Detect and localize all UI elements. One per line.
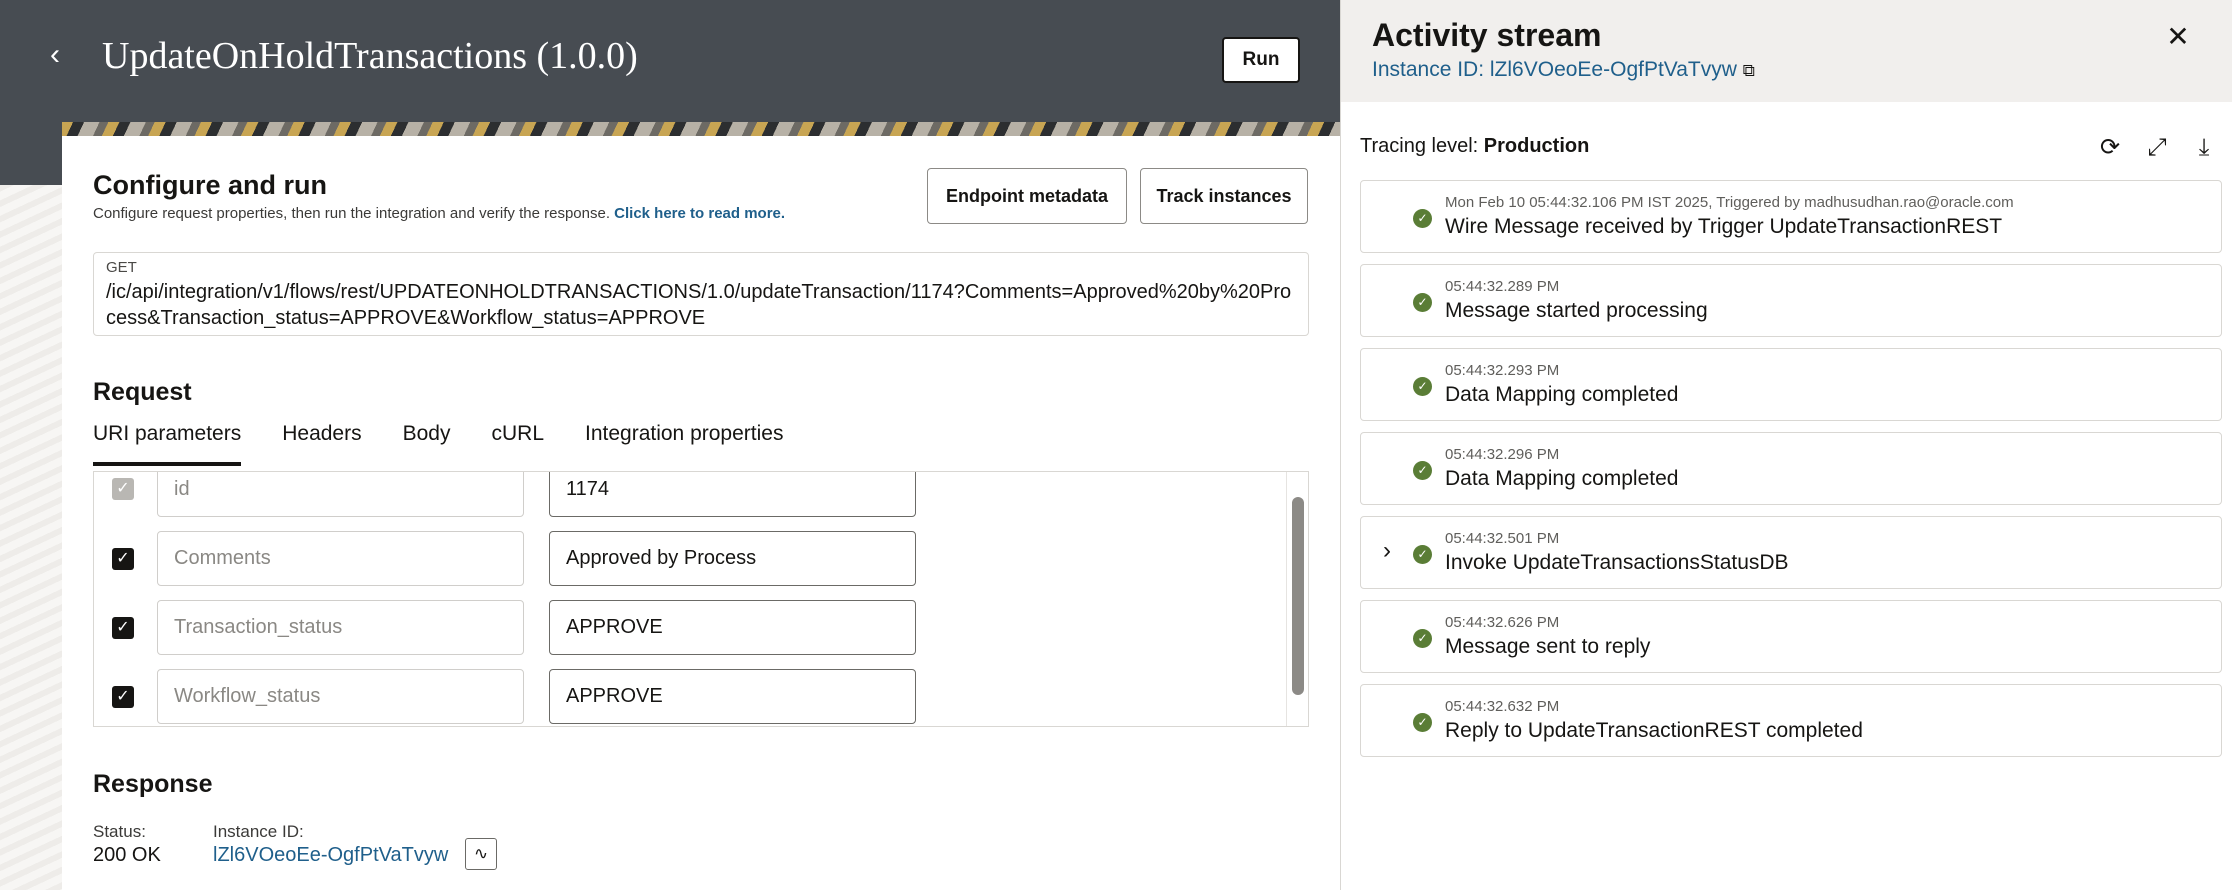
response-title: Response [93, 770, 213, 798]
panel-header: Activity stream Instance ID: lZl6VOeoEe-… [1341, 0, 2232, 102]
success-icon: ✓ [1413, 377, 1432, 396]
instance-id-link[interactable]: lZl6VOeoEe-OgfPtVaTvyw [213, 844, 448, 867]
refresh-icon: ⟳ [2099, 134, 2121, 161]
refresh-button[interactable]: ⟳ [2093, 131, 2127, 165]
main-page: ‹ UpdateOnHoldTransactions (1.0.0) Run C… [0, 0, 1340, 890]
event-message: Data Mapping completed [1445, 467, 1679, 490]
tracing-label: Tracing level: [1360, 135, 1479, 157]
panel-instance-id[interactable]: Instance ID: lZl6VOeoEe-OgfPtVaTvyw ⧉ [1372, 58, 1755, 82]
instance-id-text: Instance ID: lZl6VOeoEe-OgfPtVaTvyw [1372, 58, 1737, 81]
param-name-field: Workflow_status [157, 669, 524, 724]
activity-event[interactable]: ✓ 05:44:32.289 PM Message started proces… [1360, 264, 2222, 337]
activity-stream-button[interactable]: ∿ [465, 838, 497, 870]
table-row: ✓ Workflow_status APPROVE [94, 662, 1284, 726]
table-row: ✓ Transaction_status APPROVE [94, 593, 1284, 662]
activity-event[interactable]: ✓ Mon Feb 10 05:44:32.106 PM IST 2025, T… [1360, 180, 2222, 253]
configure-title: Configure and run [93, 170, 327, 200]
background-pattern [0, 185, 62, 890]
tracing-value: Production [1483, 135, 1590, 157]
activity-stream-panel: Activity stream Instance ID: lZl6VOeoEe-… [1340, 0, 2232, 890]
activity-event[interactable]: ✓ 05:44:32.626 PM Message sent to reply [1360, 600, 2222, 673]
endpoint-url: /ic/api/integration/v1/flows/rest/UPDATE… [106, 281, 1292, 329]
param-name-field: Comments [157, 531, 524, 586]
param-value-field[interactable]: APPROVE [549, 669, 916, 724]
event-time: 05:44:32.626 PM [1445, 614, 1560, 631]
tab-integration-properties[interactable]: Integration properties [585, 422, 783, 466]
param-name-field: Transaction_status [157, 600, 524, 655]
request-tabs: URI parameters Headers Body cURL Integra… [93, 422, 824, 466]
table-scrollbar[interactable] [1286, 472, 1308, 726]
event-message: Invoke UpdateTransactionsStatusDB [1445, 551, 1789, 574]
event-time: 05:44:32.296 PM [1445, 446, 1560, 463]
param-checkbox[interactable]: ✓ [112, 548, 134, 570]
close-icon: ✕ [2166, 21, 2190, 52]
event-message: Message started processing [1445, 299, 1708, 322]
decorative-banner [62, 122, 1340, 136]
configure-card: Configure and run Configure request prop… [62, 136, 1340, 890]
success-icon: ✓ [1413, 209, 1432, 228]
copy-icon[interactable]: ⧉ [1743, 61, 1755, 80]
read-more-link[interactable]: Click here to read more. [614, 205, 785, 222]
page-title: UpdateOnHoldTransactions (1.0.0) [102, 35, 638, 77]
status-label: Status: [93, 822, 146, 841]
run-button[interactable]: Run [1222, 37, 1300, 83]
close-button[interactable]: ✕ [2161, 20, 2195, 54]
event-time: 05:44:32.501 PM [1445, 530, 1560, 547]
param-checkbox[interactable]: ✓ [112, 686, 134, 708]
event-time: 05:44:32.632 PM [1445, 698, 1560, 715]
expand-button[interactable]: ⤢ [2140, 131, 2174, 165]
success-icon: ✓ [1413, 713, 1432, 732]
param-value-field[interactable]: APPROVE [549, 600, 916, 655]
endpoint-metadata-button[interactable]: Endpoint metadata [927, 168, 1127, 224]
success-icon: ✓ [1413, 545, 1432, 564]
scrollbar-thumb[interactable] [1292, 497, 1304, 695]
uri-parameters-table: ✓ id 1174 ✓ Comments Approved by Process… [93, 471, 1309, 727]
event-time: Mon Feb 10 05:44:32.106 PM IST 2025, Tri… [1445, 194, 2014, 211]
tab-curl[interactable]: cURL [491, 422, 544, 466]
request-title: Request [93, 378, 192, 406]
expand-icon: ⤢ [2147, 134, 2167, 161]
event-time: 05:44:32.293 PM [1445, 362, 1560, 379]
chevron-left-icon: ‹ [50, 38, 60, 71]
success-icon: ✓ [1413, 293, 1432, 312]
activity-event[interactable]: ✓ 05:44:32.293 PM Data Mapping completed [1360, 348, 2222, 421]
param-checkbox[interactable]: ✓ [112, 478, 134, 500]
subtitle-text: Configure request properties, then run t… [93, 205, 610, 222]
tab-uri-parameters[interactable]: URI parameters [93, 422, 242, 466]
status-value: 200 OK [93, 844, 161, 866]
back-button[interactable]: ‹ [38, 38, 72, 72]
tab-headers[interactable]: Headers [282, 422, 361, 466]
http-method: GET [106, 259, 137, 276]
endpoint-url-box[interactable]: GET /ic/api/integration/v1/flows/rest/UP… [93, 252, 1309, 336]
event-message: Wire Message received by Trigger UpdateT… [1445, 215, 2003, 238]
event-message: Data Mapping completed [1445, 383, 1679, 406]
param-checkbox[interactable]: ✓ [112, 617, 134, 639]
table-row: ✓ Comments Approved by Process [94, 524, 1284, 593]
event-message: Message sent to reply [1445, 635, 1651, 658]
download-button[interactable]: ⤓ [2187, 131, 2221, 165]
event-time: 05:44:32.289 PM [1445, 278, 1560, 295]
activity-event[interactable]: ✓ 05:44:32.632 PM Reply to UpdateTransac… [1360, 684, 2222, 757]
activity-event[interactable]: ✓ 05:44:32.296 PM Data Mapping completed [1360, 432, 2222, 505]
success-icon: ✓ [1413, 461, 1432, 480]
param-name-field: id [157, 472, 524, 517]
tab-body[interactable]: Body [403, 422, 451, 466]
download-icon: ⤓ [2198, 134, 2210, 161]
tracing-level: Tracing level: Production [1360, 135, 1589, 158]
activity-event[interactable]: › ✓ 05:44:32.501 PM Invoke UpdateTransac… [1360, 516, 2222, 589]
instance-id-label: Instance ID: [213, 822, 304, 841]
track-instances-button[interactable]: Track instances [1140, 168, 1308, 224]
param-value-field[interactable]: 1174 [549, 472, 916, 517]
configure-subtitle: Configure request properties, then run t… [93, 205, 785, 222]
success-icon: ✓ [1413, 629, 1432, 648]
panel-title: Activity stream [1372, 17, 1602, 53]
param-value-field[interactable]: Approved by Process [549, 531, 916, 586]
table-row: ✓ id 1174 [94, 472, 1284, 524]
event-message: Reply to UpdateTransactionREST completed [1445, 719, 1863, 742]
activity-icon: ∿ [473, 844, 489, 863]
chevron-right-icon[interactable]: › [1383, 537, 1403, 565]
